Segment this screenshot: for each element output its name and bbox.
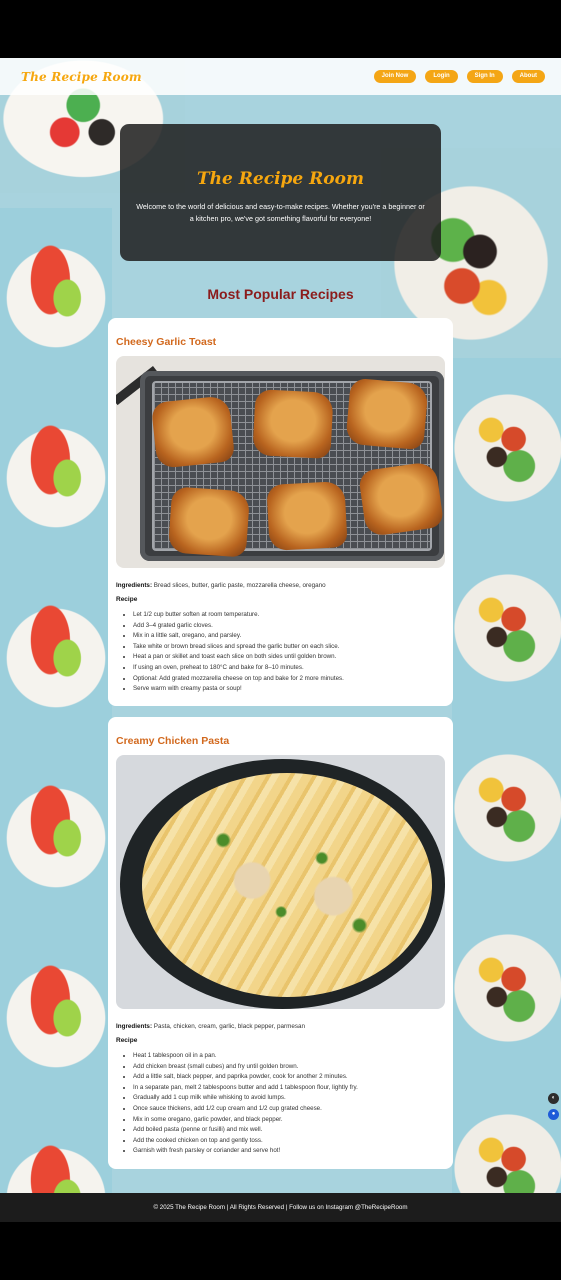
bg-tile [452, 358, 561, 538]
recipe-step: Heat a pan or skillet and toast each sli… [133, 652, 445, 663]
hero-title: The Recipe Room [197, 169, 364, 189]
bg-tile [452, 718, 561, 898]
assistant-icon[interactable]: ● [548, 1109, 559, 1120]
recipe-step: If using an oven, preheat to 180°C and b… [133, 663, 445, 674]
footer: © 2025 The Recipe Room | All Rights Rese… [0, 1193, 561, 1222]
recipe-step: Take white or brown bread slices and spr… [133, 642, 445, 653]
nav-links: Join Now Login Sign In About [373, 70, 545, 83]
bg-tile [452, 538, 561, 718]
garlic-toast-image [116, 356, 445, 568]
toast-slice [345, 377, 429, 451]
toast-slice [357, 460, 445, 538]
ingredients-line: Ingredients: Pasta, chicken, cream, garl… [116, 1023, 445, 1030]
bg-tile [0, 1108, 112, 1193]
navbar: The Recipe Room Join Now Login Sign In A… [0, 58, 561, 95]
ingredients-label: Ingredients: [116, 582, 153, 589]
section-title: Most Popular Recipes [207, 286, 354, 302]
ingredients-text: Pasta, chicken, cream, garlic, black pep… [153, 1023, 305, 1030]
pasta-graphic [142, 773, 432, 997]
recipe-step: Once sauce thickens, add 1/2 cup cream a… [133, 1104, 445, 1115]
bg-tile [452, 898, 561, 1078]
bg-tile [0, 568, 112, 748]
ingredients-line: Ingredients: Bread slices, butter, garli… [116, 582, 445, 589]
recipe-card-cheesy-garlic-toast: Cheesy Garlic Toast Ingredients: Bread s… [108, 318, 453, 706]
recipe-step: Add chicken breast (small cubes) and fry… [133, 1062, 445, 1073]
recipe-step: Optional: Add grated mozzarella cheese o… [133, 674, 445, 685]
recipe-card-creamy-chicken-pasta: Creamy Chicken Pasta Ingredients: Pasta,… [108, 717, 453, 1169]
toast-slice [167, 486, 251, 558]
hero-text: Welcome to the world of delicious and ea… [136, 202, 425, 223]
baking-tray-graphic [140, 371, 445, 561]
recipe-step: In a separate pan, melt 2 tablespoons bu… [133, 1083, 445, 1094]
accessibility-icon[interactable]: ◐ [548, 1093, 559, 1104]
toast-slice [266, 481, 348, 551]
toast-slice [150, 395, 236, 469]
bg-tile [0, 748, 112, 928]
recipe-step: Gradually add 1 cup milk while whisking … [133, 1093, 445, 1104]
recipe-heading: Recipe [116, 1037, 138, 1044]
about-button[interactable]: About [511, 70, 545, 83]
recipe-steps: Let 1/2 cup butter soften at room temper… [116, 610, 445, 695]
site-logo[interactable]: The Recipe Room [21, 70, 142, 84]
recipe-heading: Recipe [116, 596, 138, 603]
ingredients-text: Bread slices, butter, garlic paste, mozz… [153, 582, 326, 589]
login-button[interactable]: Login [425, 70, 458, 83]
recipe-step: Mix in a little salt, oregano, and parsl… [133, 631, 445, 642]
recipe-step: Add the cooked chicken on top and gently… [133, 1136, 445, 1147]
recipe-step: Add 3–4 grated garlic cloves. [133, 621, 445, 632]
recipe-title: Creamy Chicken Pasta [116, 735, 230, 747]
bg-tile [0, 928, 112, 1108]
skillet-graphic [120, 759, 445, 1009]
join-now-button[interactable]: Join Now [373, 70, 417, 83]
bg-tile [0, 388, 112, 568]
recipe-step: Heat 1 tablespoon oil in a pan. [133, 1051, 445, 1062]
recipe-step: Add a little salt, black pepper, and pap… [133, 1072, 445, 1083]
recipe-title: Cheesy Garlic Toast [116, 336, 217, 348]
sign-in-button[interactable]: Sign In [466, 70, 503, 83]
ingredients-label: Ingredients: [116, 1023, 153, 1030]
recipe-step: Serve warm with creamy pasta or soup! [133, 684, 445, 695]
chicken-pasta-image [116, 755, 445, 1009]
recipe-step: Add boiled pasta (penne or fusilli) and … [133, 1125, 445, 1136]
recipe-steps: Heat 1 tablespoon oil in a pan. Add chic… [116, 1051, 445, 1157]
bg-tile [452, 1078, 561, 1193]
recipe-step: Garnish with fresh parsley or coriander … [133, 1146, 445, 1157]
recipe-step: Mix in some oregano, garlic powder, and … [133, 1115, 445, 1126]
toast-slice [252, 389, 334, 459]
hero-banner: The Recipe Room Welcome to the world of … [120, 124, 441, 261]
recipe-step: Let 1/2 cup butter soften at room temper… [133, 610, 445, 621]
